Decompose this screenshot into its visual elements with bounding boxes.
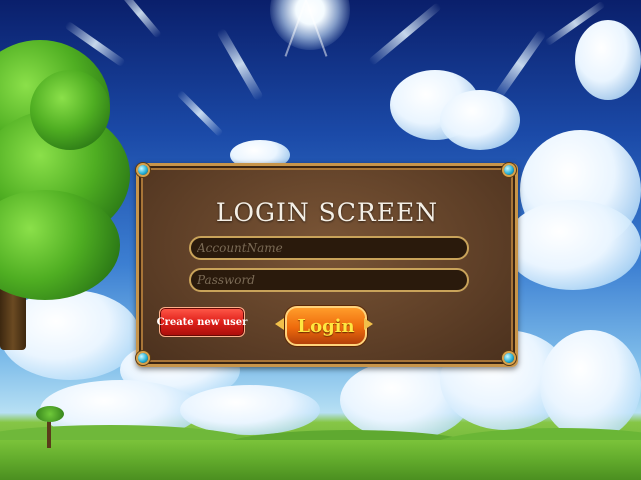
cloud xyxy=(440,90,520,150)
cloud-streak xyxy=(216,27,264,102)
password-input[interactable] xyxy=(189,268,469,292)
small-tree-trunk xyxy=(47,418,51,448)
login-button-group: Login xyxy=(275,306,375,346)
gem-ornament-icon xyxy=(499,348,521,370)
arrow-ornament-icon xyxy=(364,318,373,330)
grass-field xyxy=(0,440,641,480)
gem-ornament-icon xyxy=(133,160,155,182)
login-label: Login xyxy=(297,315,355,337)
cloud-streak xyxy=(493,29,547,100)
cloud xyxy=(575,20,641,100)
cloud xyxy=(505,200,641,290)
create-new-user-button[interactable]: Create new user xyxy=(156,307,248,337)
gem xyxy=(138,165,148,175)
login-panel: LOGIN SCREEN Create new user Login xyxy=(136,163,518,367)
gem-ornament-icon xyxy=(133,348,155,370)
create-new-user-label: Create new user xyxy=(156,316,248,328)
arrow-ornament-icon xyxy=(275,318,284,330)
gem xyxy=(138,353,148,363)
cloud xyxy=(180,385,320,435)
tree-canopy xyxy=(30,70,110,150)
cloud xyxy=(540,330,641,440)
account-name-input[interactable] xyxy=(189,236,469,260)
cloud-streak xyxy=(367,2,443,66)
gem xyxy=(504,165,514,175)
login-button[interactable]: Login xyxy=(285,306,367,346)
gem-ornament-icon xyxy=(499,160,521,182)
cloud-streak xyxy=(118,0,162,39)
small-tree-top xyxy=(36,406,64,422)
login-title: LOGIN SCREEN xyxy=(215,198,439,227)
cloud-streak xyxy=(176,89,224,138)
gem xyxy=(504,353,514,363)
